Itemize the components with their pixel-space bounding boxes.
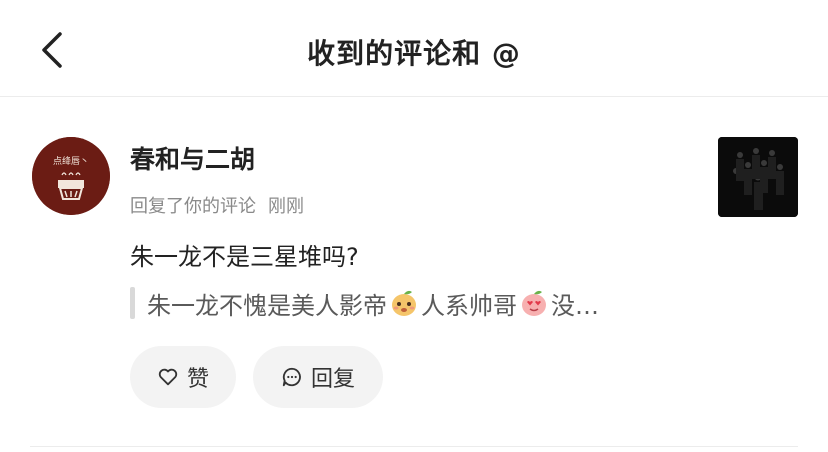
like-button[interactable]: 赞 xyxy=(130,346,236,408)
action-text: 回复了你的评论 xyxy=(130,196,256,217)
header-bar: 收到的评论和 @ xyxy=(0,0,828,97)
quote-part-3: 没… xyxy=(551,291,599,320)
quoted-comment-text: 朱一龙不愧是美人影帝 人系帅哥 没… xyxy=(147,286,599,321)
svg-text:点绛唇丶: 点绛唇丶 xyxy=(53,155,89,167)
quote-part-2: 人系帅哥 xyxy=(421,291,517,320)
quote-bar xyxy=(130,287,135,319)
peach-face-emoji-icon xyxy=(392,290,416,316)
timestamp: 刚刚 xyxy=(268,196,304,217)
reply-button[interactable]: 回复 xyxy=(253,346,383,408)
like-label: 赞 xyxy=(186,367,209,392)
username[interactable]: 春和与二胡 xyxy=(130,140,255,176)
reply-comment-text: 朱一龙不是三星堆吗? xyxy=(130,243,359,271)
heart-icon xyxy=(158,368,178,386)
comment-meta: 回复了你的评论 刚刚 xyxy=(130,192,304,218)
page-title: 收到的评论和 @ xyxy=(307,37,521,70)
reply-label: 回复 xyxy=(310,367,355,392)
quote-part-1: 朱一龙不愧是美人影帝 xyxy=(147,291,387,320)
divider xyxy=(30,446,798,447)
post-thumbnail[interactable] xyxy=(718,137,798,217)
quoted-comment[interactable]: 朱一龙不愧是美人影帝 人系帅哥 没… xyxy=(130,286,599,320)
heart-eyes-peach-emoji-icon xyxy=(522,290,546,316)
avatar[interactable]: 点绛唇丶 xyxy=(32,137,110,215)
comment-bubble-icon xyxy=(282,367,301,387)
